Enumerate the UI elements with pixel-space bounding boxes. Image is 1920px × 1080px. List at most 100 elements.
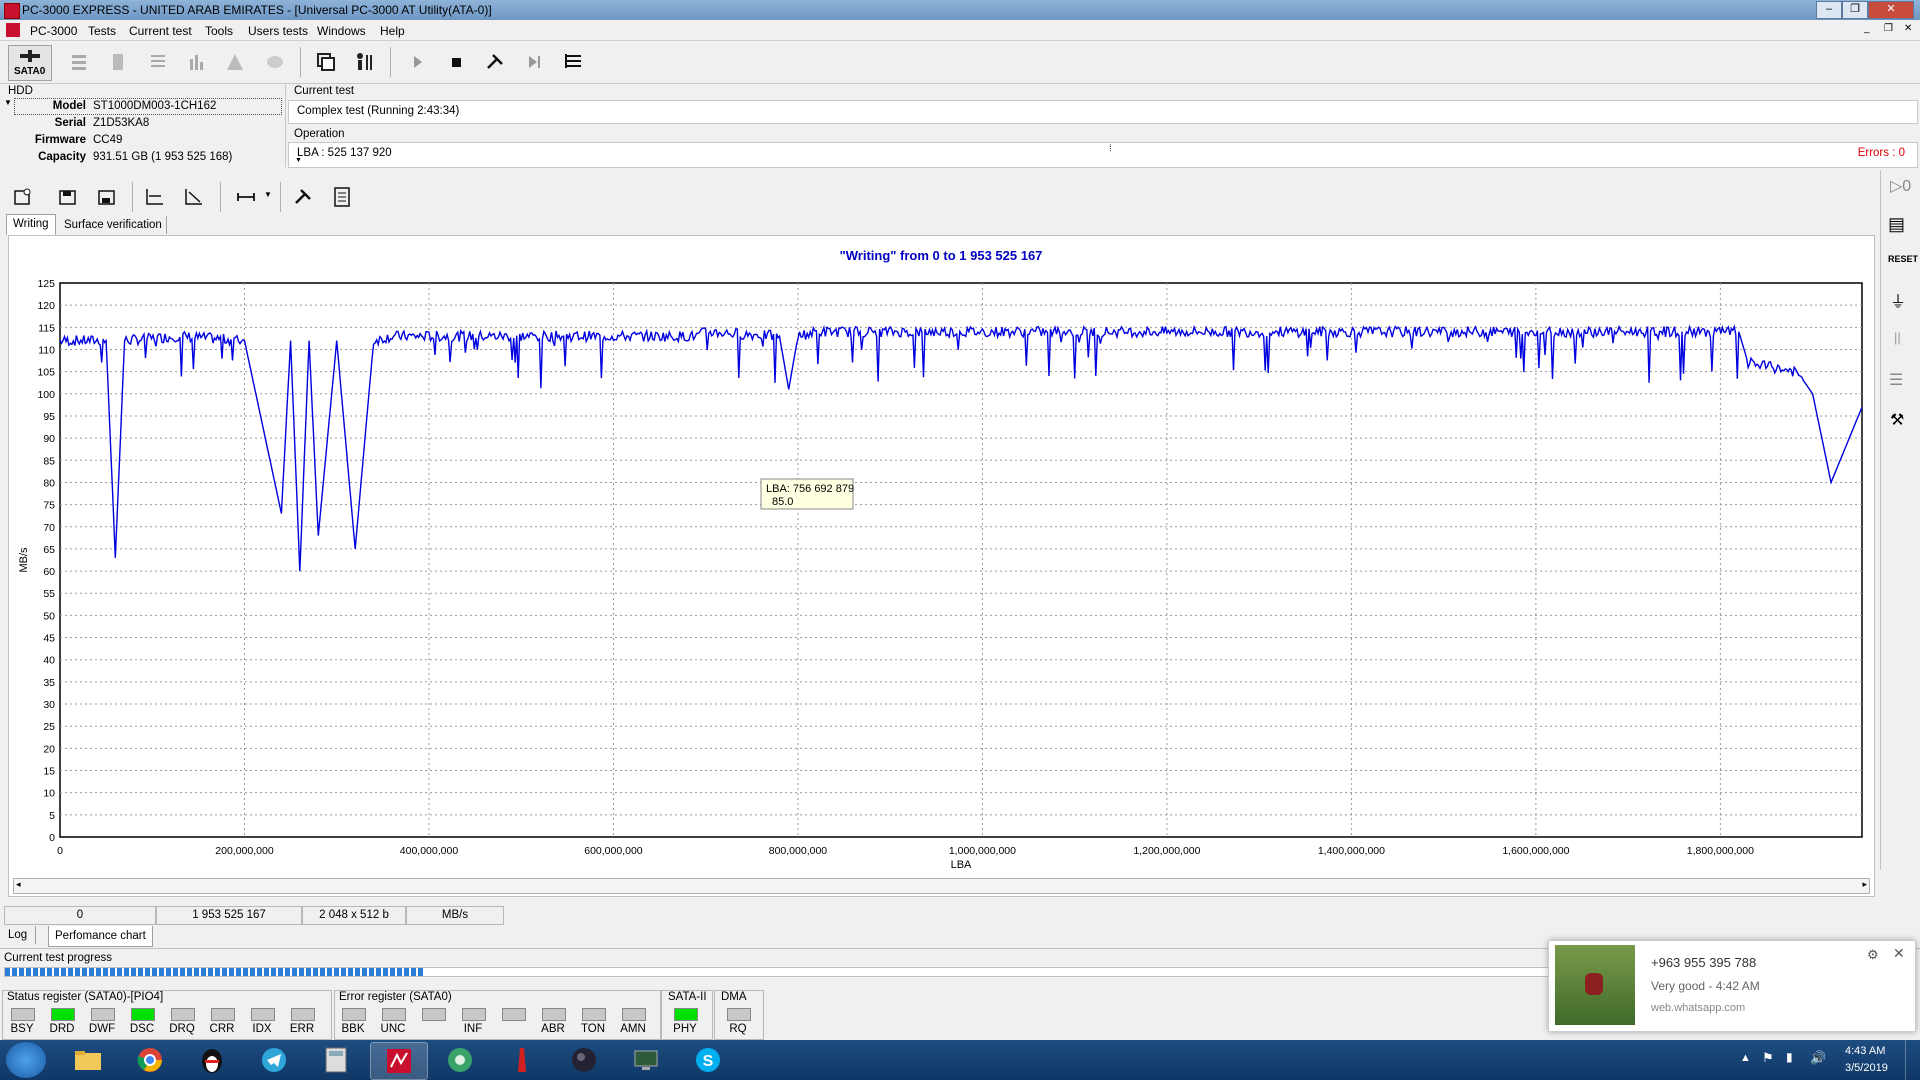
taskbar-explorer[interactable] bbox=[60, 1042, 116, 1078]
tray-flag-icon[interactable]: ⚑ bbox=[1762, 1050, 1774, 1066]
drive-config-icon bbox=[72, 55, 86, 70]
surface-button[interactable] bbox=[262, 49, 288, 75]
progress-fill bbox=[5, 968, 423, 976]
chart-settings-button[interactable] bbox=[10, 184, 36, 210]
menu-help[interactable]: Help bbox=[380, 24, 405, 38]
play-button[interactable] bbox=[404, 49, 430, 75]
head-map-button[interactable] bbox=[222, 49, 248, 75]
menu-bar: PC-3000 Tests Current test Tools Users t… bbox=[0, 20, 1920, 41]
log-button[interactable] bbox=[560, 49, 586, 75]
user-button[interactable] bbox=[351, 49, 377, 75]
operation-value: LBA : 525 137 920 bbox=[297, 147, 392, 159]
tools-icon[interactable]: ⚒ bbox=[1890, 410, 1904, 430]
chart-save-button[interactable] bbox=[55, 184, 81, 210]
taskbar-monitor[interactable] bbox=[618, 1042, 674, 1078]
list-icon[interactable]: ☰ bbox=[1889, 370, 1903, 390]
taskbar-calculator[interactable] bbox=[308, 1042, 364, 1078]
menu-tests[interactable]: Tests bbox=[88, 24, 116, 38]
progress-label: Current test progress bbox=[4, 952, 113, 964]
status-start-lba: 0 bbox=[4, 906, 156, 925]
chart-scale-button[interactable] bbox=[142, 184, 168, 210]
tab-log[interactable]: Log bbox=[0, 926, 37, 944]
menu-current-test[interactable]: Current test bbox=[129, 24, 192, 38]
tools-button[interactable] bbox=[482, 49, 508, 75]
power-plug-icon[interactable]: ⏚ bbox=[1890, 288, 1906, 312]
whatsapp-notification[interactable]: +963 955 395 788 Very good - 4:42 AM web… bbox=[1548, 940, 1916, 1032]
range-dropdown-icon[interactable]: ▼ bbox=[264, 190, 272, 199]
taskbar-telegram[interactable] bbox=[246, 1042, 302, 1078]
maximize-button[interactable]: ❐ bbox=[1842, 1, 1868, 19]
chart-frame: "Writing" from 0 to 1 953 525 167 0 5 10 15… bbox=[8, 235, 1875, 897]
stats-button[interactable] bbox=[183, 49, 209, 75]
register-led-label: DWF bbox=[88, 1023, 116, 1035]
tab-surface-verification[interactable]: Surface verification bbox=[60, 216, 167, 234]
firmware-label: Firmware bbox=[34, 134, 86, 146]
notification-close-icon[interactable]: ✕ bbox=[1893, 945, 1905, 962]
menu-tools[interactable]: Tools bbox=[205, 24, 233, 38]
notification-settings-icon[interactable]: ⚙ bbox=[1867, 947, 1879, 963]
tray-volume-icon[interactable]: 🔊 bbox=[1810, 1050, 1826, 1066]
operation-splitter-icon[interactable]: ⁞ bbox=[1109, 143, 1112, 153]
close-button[interactable]: ✕ bbox=[1868, 1, 1914, 19]
taskbar-tool[interactable] bbox=[494, 1042, 550, 1078]
tray-network-icon[interactable]: ▮ bbox=[1786, 1050, 1793, 1064]
board-icon[interactable]: ▤ bbox=[1888, 214, 1905, 235]
tray-up-arrow-icon[interactable]: ▲ bbox=[1740, 1052, 1751, 1064]
reset-icon[interactable]: RESET bbox=[1888, 254, 1918, 264]
mdi-restore-icon[interactable]: ❐ bbox=[1884, 23, 1893, 34]
power-config-button[interactable] bbox=[66, 49, 92, 75]
mdi-close-icon[interactable]: ✕ bbox=[1904, 23, 1912, 34]
register-led-label: PHY bbox=[673, 1023, 697, 1035]
y-tick-label: 90 bbox=[43, 433, 55, 445]
chart-tools-button[interactable] bbox=[290, 184, 316, 210]
taskbar-skype[interactable]: S bbox=[680, 1042, 736, 1078]
operation-dropdown-icon[interactable]: ▼ bbox=[295, 157, 302, 164]
tab-writing[interactable]: Writing bbox=[6, 214, 56, 235]
pause-icon[interactable]: || bbox=[1894, 330, 1901, 345]
chart-trend-button[interactable] bbox=[181, 184, 207, 210]
right-tool-strip: ▷0 ▤ RESET ⏚ || ☰ ⚒ bbox=[1880, 170, 1920, 880]
progress-bar bbox=[4, 967, 1554, 977]
register-led bbox=[342, 1008, 366, 1021]
taskbar-qq[interactable] bbox=[184, 1042, 240, 1078]
clock-time[interactable]: 4:43 AM bbox=[1845, 1045, 1885, 1057]
register-led bbox=[171, 1008, 195, 1021]
scroll-left-icon[interactable]: ◂ bbox=[16, 879, 21, 890]
scroll-right-icon[interactable]: ▸ bbox=[1862, 879, 1867, 890]
register-led-label: BSY bbox=[10, 1023, 34, 1035]
show-desktop-button[interactable] bbox=[1905, 1040, 1920, 1080]
chart-save-as-button[interactable] bbox=[94, 184, 120, 210]
save-as-icon bbox=[98, 190, 115, 205]
taskbar-chrome[interactable] bbox=[122, 1042, 178, 1078]
minimize-button[interactable]: – bbox=[1816, 1, 1842, 19]
skip-button[interactable] bbox=[521, 49, 547, 75]
taskbar-media[interactable] bbox=[556, 1042, 612, 1078]
drive-info-button[interactable] bbox=[105, 49, 131, 75]
sata0-port-button[interactable]: SATA0 bbox=[8, 45, 52, 81]
stop-button[interactable] bbox=[443, 49, 469, 75]
y-tick-label: 65 bbox=[43, 544, 55, 556]
x-tick-label: 0 bbox=[57, 845, 63, 857]
sensor-icon[interactable]: ▷0 bbox=[1890, 176, 1911, 196]
menu-windows[interactable]: Windows bbox=[317, 24, 366, 38]
chart-range-button[interactable] bbox=[229, 184, 263, 210]
start-button[interactable] bbox=[6, 1042, 46, 1078]
menu-pc3000[interactable]: PC-3000 bbox=[30, 24, 77, 38]
register-led bbox=[251, 1008, 275, 1021]
chart-horizontal-scrollbar[interactable]: ◂ ▸ bbox=[13, 878, 1870, 894]
disk-icon bbox=[267, 56, 283, 68]
register-led-label: CRR bbox=[209, 1023, 235, 1035]
mdi-minimize-icon[interactable]: _ bbox=[1864, 23, 1870, 34]
chart-report-button[interactable] bbox=[329, 184, 355, 210]
list-button[interactable] bbox=[145, 49, 171, 75]
drive-icon bbox=[113, 54, 123, 70]
taskbar-mrt[interactable] bbox=[432, 1042, 488, 1078]
x-tick-label: 600,000,000 bbox=[584, 845, 643, 857]
menu-users-tests[interactable]: Users tests bbox=[248, 24, 308, 38]
tab-performance-chart[interactable]: Perfomance chart bbox=[48, 926, 153, 947]
app-menu-icon[interactable] bbox=[6, 23, 20, 37]
clock-date[interactable]: 3/5/2019 bbox=[1845, 1062, 1888, 1074]
register-led-label: TON bbox=[580, 1023, 606, 1035]
windows-button[interactable] bbox=[313, 49, 339, 75]
taskbar-pc3000[interactable] bbox=[370, 1042, 428, 1080]
